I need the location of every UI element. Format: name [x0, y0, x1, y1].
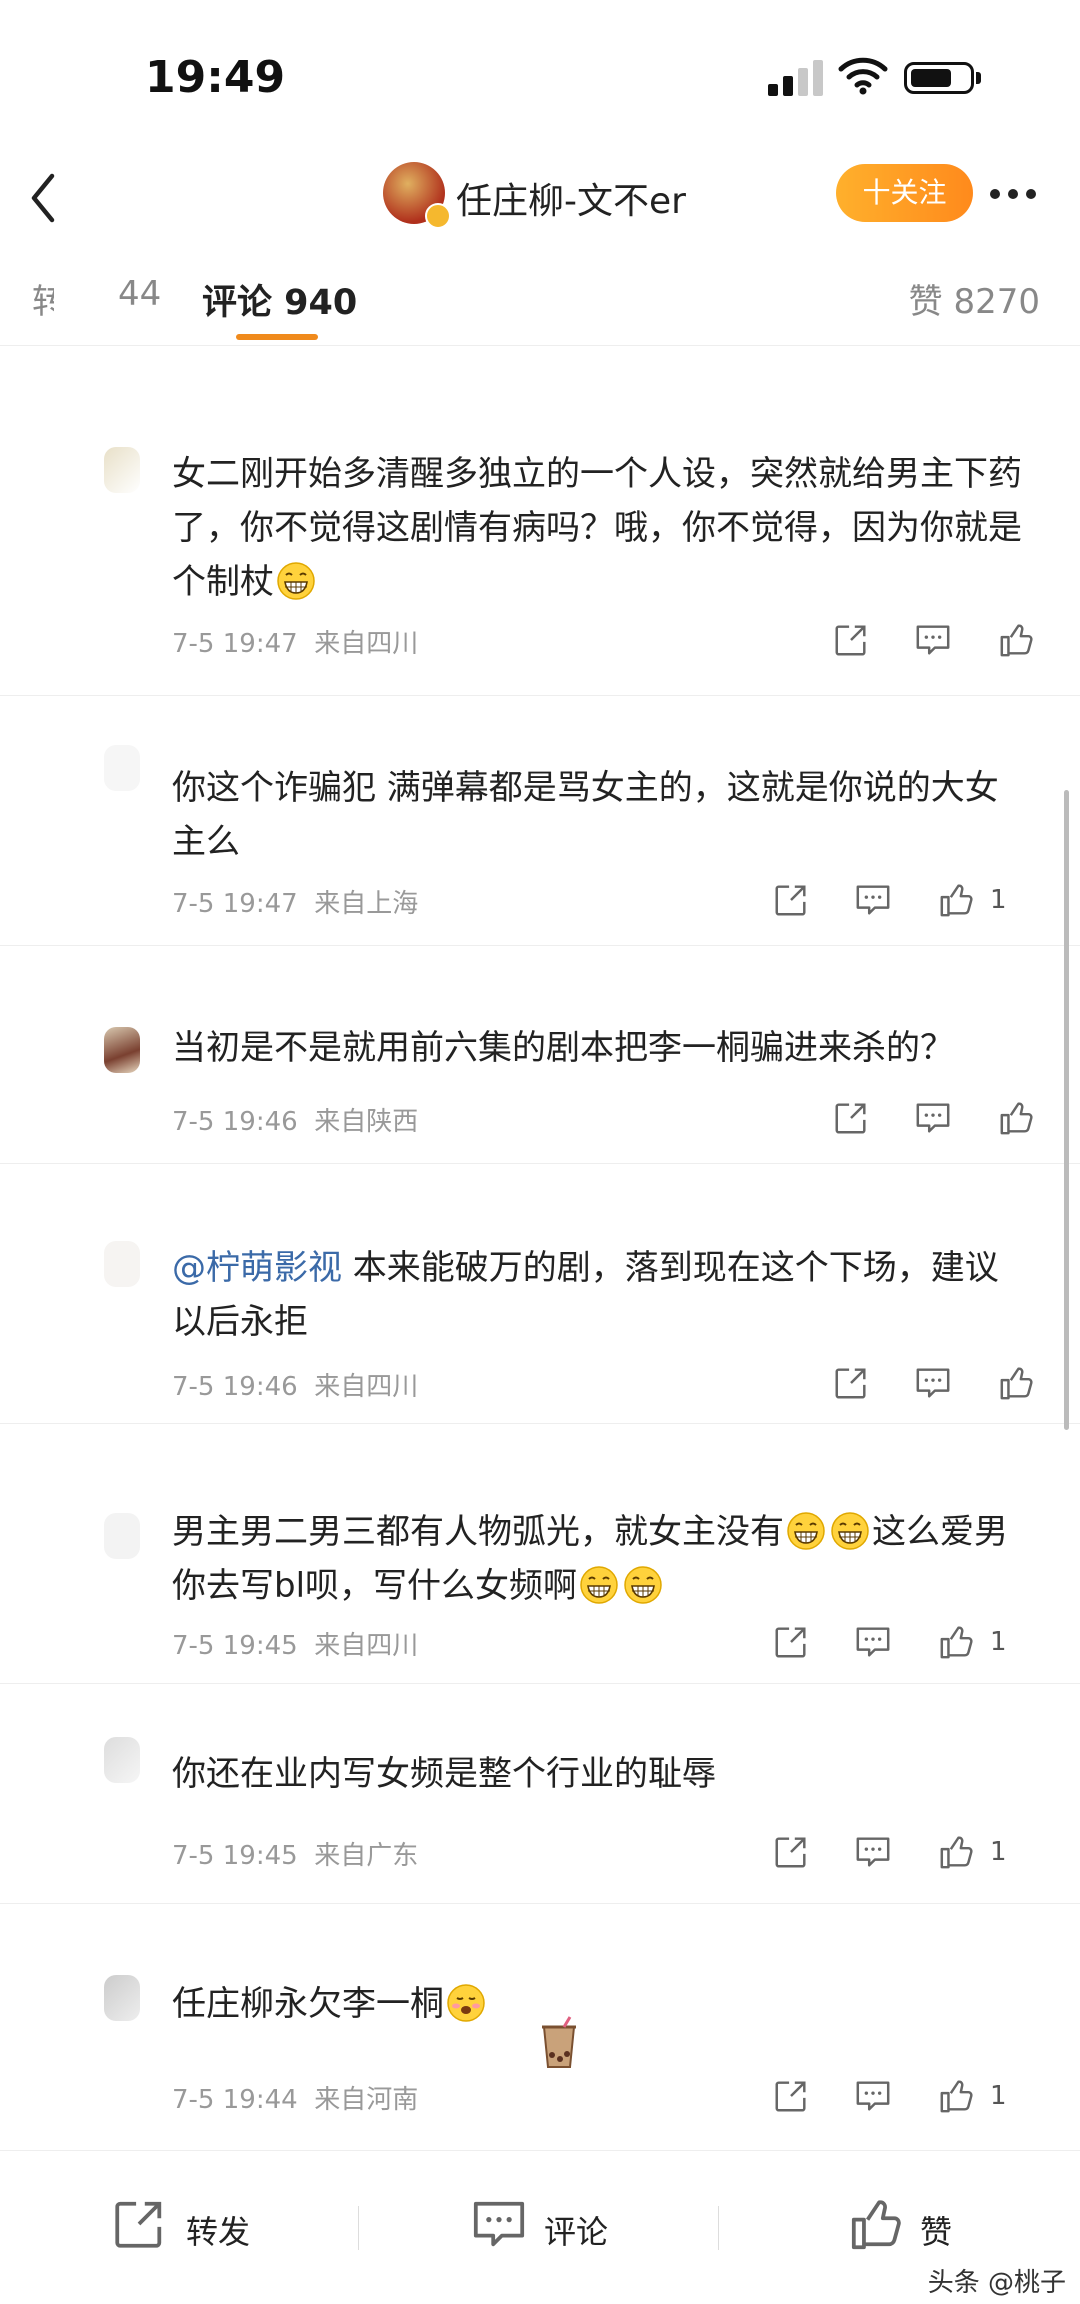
cellular-signal-icon: [768, 60, 824, 96]
like-icon[interactable]: [998, 1099, 1036, 1137]
comment-text: 当初是不是就用前六集的剧本把李一桐骗进来杀的？: [172, 1028, 954, 1068]
like-count: 1: [990, 1837, 1007, 1867]
reply-icon[interactable]: [914, 621, 952, 659]
comment-item: 任庄柳永欠李一桐 7-5 19:44 来自河南 1: [0, 1903, 1080, 2133]
reply-icon[interactable]: [914, 1099, 952, 1137]
comment-meta: 7-5 19:45 来自四川: [172, 1631, 419, 1661]
commenter-avatar[interactable]: [104, 1975, 140, 2021]
watermark: 头条 @桃子: [927, 2268, 1066, 2298]
comment-text: 女二刚开始多清醒多独立的一个人设，突然就给男主下药了，你不觉得这剧情有病吗？哦，…: [172, 454, 1022, 602]
share-icon: [110, 2195, 168, 2253]
commenter-avatar[interactable]: [104, 447, 140, 493]
comment-text: 你这个诈骗犯 满弹幕都是骂女主的，这就是你说的大女主么: [172, 768, 999, 862]
grin-emoji-icon: [830, 1511, 870, 1551]
active-tab-indicator: [236, 334, 318, 340]
comment-item: 女二刚开始多清醒多独立的一个人设，突然就给男主下药了，你不觉得这剧情有病吗？哦，…: [0, 415, 1080, 696]
like-icon: [848, 2195, 906, 2253]
comment-text: 你还在业内写女频是整个行业的耻辱: [172, 1754, 716, 1794]
like-count: 1: [990, 885, 1007, 915]
like-icon[interactable]: [938, 1623, 976, 1661]
share-icon[interactable]: [772, 881, 810, 919]
grin-emoji-icon: [623, 1565, 663, 1605]
reply-icon[interactable]: [914, 1364, 952, 1402]
comment-label: 评论: [544, 2213, 609, 2251]
tab-likes[interactable]: 赞 8270: [909, 274, 1040, 323]
like-count: 1: [990, 1627, 1007, 1657]
like-button[interactable]: 赞: [848, 2195, 968, 2255]
commenter-avatar[interactable]: [104, 745, 140, 791]
share-icon[interactable]: [772, 1623, 810, 1661]
more-options-icon[interactable]: [990, 184, 1044, 203]
verified-badge-icon: [425, 203, 451, 229]
comment-text: 任庄柳永欠李一桐: [172, 1977, 1032, 2031]
comment-button[interactable]: 评论: [470, 2195, 620, 2255]
tab-repost-partial[interactable]: 转: [32, 274, 54, 323]
wifi-icon: [838, 57, 888, 95]
back-arrow-icon[interactable]: [28, 170, 58, 226]
comment-text: @柠萌影视 本来能破万的剧，落到现在这个下场，建议以后永拒: [172, 1248, 999, 1342]
like-icon[interactable]: [938, 881, 976, 919]
repost-button[interactable]: 转发: [110, 2195, 260, 2255]
comment-meta: 7-5 19:47 来自四川: [172, 629, 419, 659]
tab-comments[interactable]: 评论 940: [202, 274, 357, 325]
comment-icon: [470, 2195, 528, 2253]
like-label: 赞: [920, 2213, 953, 2251]
comment-item: 你这个诈骗犯 满弹幕都是骂女主的，这就是你说的大女主么 7-5 19:47 来自…: [0, 695, 1080, 946]
commenter-avatar[interactable]: [104, 1027, 140, 1073]
comment-text: 男主男二男三都有人物弧光，就女主没有 这么爱男你去写bl呗，写什么女频啊: [172, 1511, 1008, 1606]
like-icon[interactable]: [998, 1364, 1036, 1402]
repost-label: 转发: [186, 2213, 251, 2251]
share-icon[interactable]: [772, 1833, 810, 1871]
scrollbar[interactable]: [1064, 790, 1069, 1430]
milk-tea-sticker-icon: [542, 2016, 576, 2068]
share-icon[interactable]: [832, 1364, 870, 1402]
blush-emoji-icon: [446, 1983, 486, 2023]
bottom-action-bar: 转发 评论 赞: [0, 2150, 1080, 2304]
battery-icon: [904, 62, 974, 94]
share-icon[interactable]: [832, 1099, 870, 1137]
page-title: 任庄柳-文不er: [456, 181, 686, 222]
like-icon[interactable]: [998, 621, 1036, 659]
commenter-avatar[interactable]: [104, 1737, 140, 1783]
tab-repost-count[interactable]: 44: [118, 274, 161, 314]
share-icon[interactable]: [772, 2077, 810, 2115]
follow-button[interactable]: 十关注: [836, 164, 973, 222]
like-icon[interactable]: [938, 1833, 976, 1871]
comment-meta: 7-5 19:46 来自陕西: [172, 1107, 419, 1137]
comment-meta: 7-5 19:47 来自上海: [172, 889, 419, 919]
like-icon[interactable]: [938, 2077, 976, 2115]
status-time: 19:49: [145, 52, 286, 103]
reply-icon[interactable]: [854, 2077, 892, 2115]
comment-item: 男主男二男三都有人物弧光，就女主没有 这么爱男你去写bl呗，写什么女频啊 7-5 …: [0, 1423, 1080, 1684]
reply-icon[interactable]: [854, 1833, 892, 1871]
like-count: 1: [990, 2081, 1007, 2111]
reply-icon[interactable]: [854, 1623, 892, 1661]
commenter-avatar[interactable]: [104, 1241, 140, 1287]
reply-icon[interactable]: [854, 881, 892, 919]
grin-emoji-icon: [579, 1565, 619, 1605]
status-bar: 19:49: [0, 0, 1080, 150]
comment-item: 当初是不是就用前六集的剧本把李一桐骗进来杀的？ 7-5 19:46 来自陕西: [0, 945, 1080, 1164]
comment-item: 你还在业内写女频是整个行业的耻辱 7-5 19:45 来自广东 1: [0, 1683, 1080, 1904]
share-icon[interactable]: [832, 621, 870, 659]
comment-meta: 7-5 19:45 来自广东: [172, 1841, 419, 1871]
comment-meta: 7-5 19:44 来自河南: [172, 2085, 419, 2115]
comment-item: @柠萌影视 本来能破万的剧，落到现在这个下场，建议以后永拒 7-5 19:46 …: [0, 1163, 1080, 1424]
commenter-avatar[interactable]: [104, 1513, 140, 1559]
grin-emoji-icon: [276, 561, 316, 601]
mention-link[interactable]: @柠萌影视: [172, 1248, 342, 1288]
comment-meta: 7-5 19:46 来自四川: [172, 1372, 419, 1402]
grin-emoji-icon: [786, 1511, 826, 1551]
